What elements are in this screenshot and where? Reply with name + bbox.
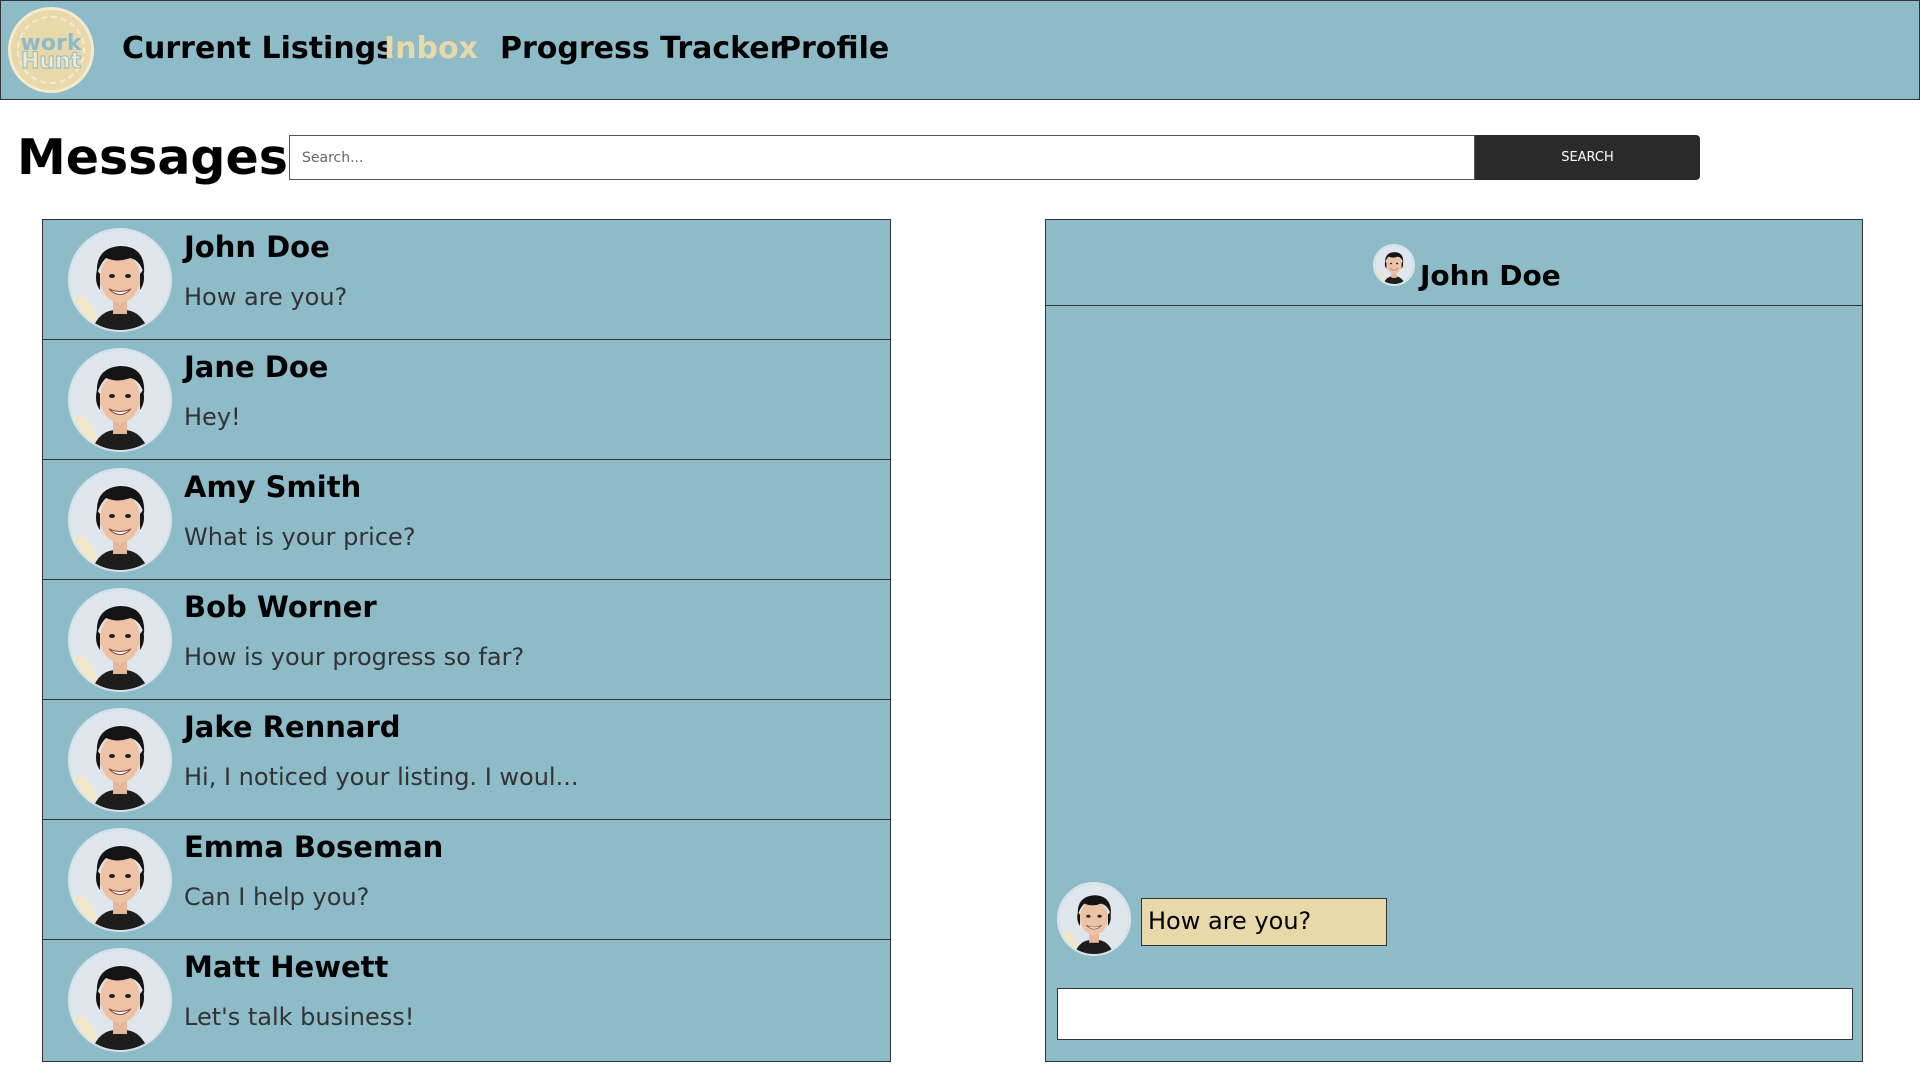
logo-text-bottom: Hunt — [20, 49, 82, 74]
nav-profile[interactable]: Profile — [779, 29, 889, 69]
conversation-item[interactable]: Jane Doe Hey! — [43, 340, 890, 460]
search-input[interactable] — [289, 135, 1475, 180]
nav-inbox[interactable]: Inbox — [384, 29, 478, 69]
avatar — [68, 588, 172, 692]
conversation-name: Matt Hewett — [184, 950, 389, 984]
avatar — [68, 348, 172, 452]
chat-contact-name: John Doe — [1420, 259, 1561, 292]
conversation-name: Amy Smith — [184, 470, 362, 504]
conversation-preview: Hey! — [184, 403, 241, 431]
nav-current-listings[interactable]: Current Listings — [122, 29, 394, 69]
conversation-preview: How is your progress so far? — [184, 643, 525, 671]
conversation-preview: How are you? — [184, 283, 348, 311]
conversation-name: Jane Doe — [184, 350, 329, 384]
avatar — [68, 828, 172, 932]
chat-panel: John Doe How are you? — [1045, 219, 1863, 1062]
search-button[interactable]: SEARCH — [1475, 135, 1700, 180]
avatar — [68, 708, 172, 812]
message-input[interactable] — [1057, 988, 1853, 1040]
conversation-name: John Doe — [184, 230, 330, 264]
conversation-item[interactable]: Matt Hewett Let's talk business! — [43, 940, 890, 1060]
conversation-name: Bob Worner — [184, 590, 377, 624]
conversation-preview: Can I help you? — [184, 883, 370, 911]
avatar — [68, 948, 172, 1052]
conversation-preview: Let's talk business! — [184, 1003, 415, 1031]
message-avatar — [1057, 882, 1131, 956]
conversation-item[interactable]: Bob Worner How is your progress so far? — [43, 580, 890, 700]
page-title: Messages — [17, 129, 288, 186]
conversation-item[interactable]: Amy Smith What is your price? — [43, 460, 890, 580]
workhunt-logo[interactable]: work Hunt — [8, 7, 94, 93]
conversation-name: Emma Boseman — [184, 830, 444, 864]
conversation-item[interactable]: John Doe How are you? — [43, 220, 890, 340]
message-bubble: How are you? — [1141, 898, 1387, 946]
nav-progress-tracker[interactable]: Progress Tracker — [500, 29, 784, 69]
top-navbar: work Hunt Current Listings Inbox Progres… — [0, 0, 1920, 100]
avatar — [68, 468, 172, 572]
chat-header-avatar — [1373, 244, 1415, 286]
conversation-list: John Doe How are you? Jane Doe Hey! Amy … — [42, 219, 891, 1062]
conversation-item[interactable]: Emma Boseman Can I help you? — [43, 820, 890, 940]
chat-header: John Doe — [1046, 220, 1862, 306]
conversation-name: Jake Rennard — [184, 710, 401, 744]
avatar — [68, 228, 172, 332]
conversation-item[interactable]: Jake Rennard Hi, I noticed your listing.… — [43, 700, 890, 820]
conversation-preview: Hi, I noticed your listing. I woul... — [184, 763, 579, 791]
conversation-preview: What is your price? — [184, 523, 416, 551]
